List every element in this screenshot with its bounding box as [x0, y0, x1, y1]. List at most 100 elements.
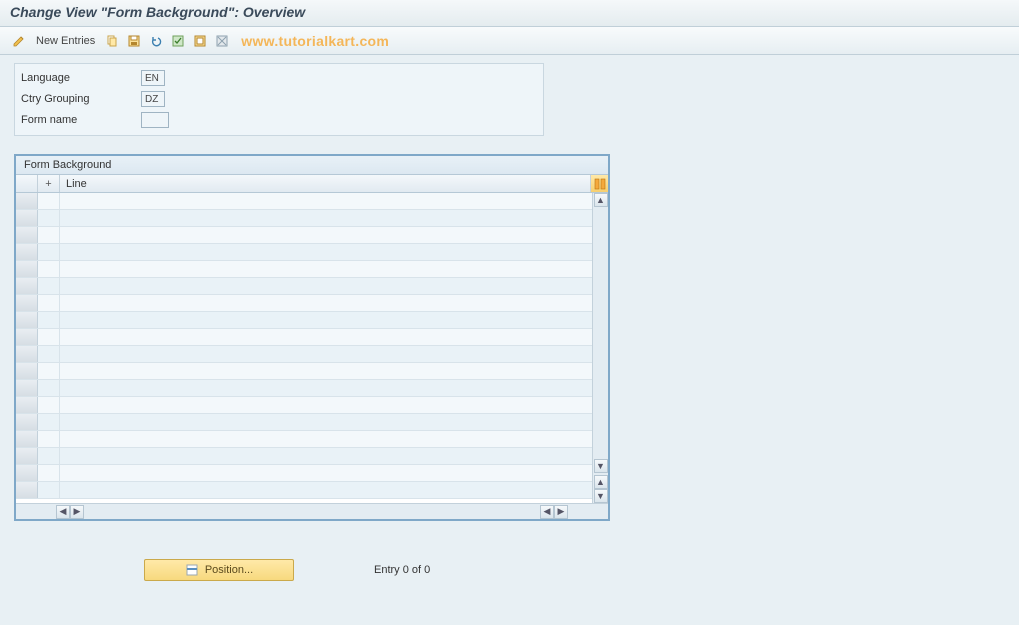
- row-selector[interactable]: [16, 414, 38, 430]
- save-icon[interactable]: [125, 32, 143, 50]
- scroll-down-button-2[interactable]: ▼: [594, 489, 608, 503]
- cell-plus[interactable]: [38, 295, 60, 311]
- row-selector[interactable]: [16, 227, 38, 243]
- column-header-line[interactable]: Line: [60, 175, 590, 192]
- table-row[interactable]: [16, 465, 592, 482]
- cell-line[interactable]: [60, 244, 592, 260]
- cell-plus[interactable]: [38, 414, 60, 430]
- scroll-up-button-2[interactable]: ▲: [594, 475, 608, 489]
- new-entries-button[interactable]: New Entries: [32, 35, 99, 47]
- table-row[interactable]: [16, 312, 592, 329]
- table-row[interactable]: [16, 397, 592, 414]
- cell-plus[interactable]: [38, 244, 60, 260]
- row-selector[interactable]: [16, 448, 38, 464]
- edit-icon[interactable]: [10, 32, 28, 50]
- select-all-icon[interactable]: [169, 32, 187, 50]
- vertical-scrollbar[interactable]: ▲ ▼ ▲ ▼: [592, 193, 608, 503]
- cell-plus[interactable]: [38, 363, 60, 379]
- table-row[interactable]: [16, 380, 592, 397]
- cell-line[interactable]: [60, 261, 592, 277]
- row-selector[interactable]: [16, 329, 38, 345]
- row-selector[interactable]: [16, 482, 38, 498]
- row-selector[interactable]: [16, 346, 38, 362]
- table-row[interactable]: [16, 482, 592, 499]
- cell-line[interactable]: [60, 363, 592, 379]
- scroll-right-button[interactable]: ▶: [70, 505, 84, 519]
- table-row[interactable]: [16, 363, 592, 380]
- select-block-icon[interactable]: [191, 32, 209, 50]
- cell-plus[interactable]: [38, 312, 60, 328]
- cell-line[interactable]: [60, 346, 592, 362]
- row-selector[interactable]: [16, 312, 38, 328]
- cell-line[interactable]: [60, 227, 592, 243]
- scroll-down-button[interactable]: ▼: [594, 459, 608, 473]
- cell-line[interactable]: [60, 448, 592, 464]
- table-row[interactable]: [16, 210, 592, 227]
- ctry-grouping-field[interactable]: DZ: [141, 91, 165, 107]
- row-selector[interactable]: [16, 295, 38, 311]
- scroll-up-button[interactable]: ▲: [594, 193, 608, 207]
- cell-plus[interactable]: [38, 227, 60, 243]
- table-row[interactable]: [16, 295, 592, 312]
- cell-plus[interactable]: [38, 346, 60, 362]
- cell-line[interactable]: [60, 431, 592, 447]
- column-header-selector[interactable]: [16, 175, 38, 192]
- language-field[interactable]: EN: [141, 70, 165, 86]
- table-row[interactable]: [16, 193, 592, 210]
- cell-line[interactable]: [60, 278, 592, 294]
- row-selector[interactable]: [16, 193, 38, 209]
- cell-line[interactable]: [60, 482, 592, 498]
- cell-line[interactable]: [60, 329, 592, 345]
- cell-plus[interactable]: [38, 261, 60, 277]
- cell-line[interactable]: [60, 414, 592, 430]
- cell-line[interactable]: [60, 193, 592, 209]
- table-row[interactable]: [16, 329, 592, 346]
- table-row[interactable]: [16, 431, 592, 448]
- scroll-left-button[interactable]: ◀: [56, 505, 70, 519]
- table-row[interactable]: [16, 227, 592, 244]
- cell-plus[interactable]: [38, 448, 60, 464]
- row-selector[interactable]: [16, 465, 38, 481]
- row-selector[interactable]: [16, 278, 38, 294]
- row-selector[interactable]: [16, 380, 38, 396]
- column-header-plus[interactable]: +: [38, 175, 60, 192]
- cell-line[interactable]: [60, 312, 592, 328]
- cell-line[interactable]: [60, 210, 592, 226]
- table-row[interactable]: [16, 278, 592, 295]
- table-configure-icon[interactable]: [590, 175, 608, 192]
- vertical-scroll-track[interactable]: [593, 207, 608, 459]
- cell-plus[interactable]: [38, 210, 60, 226]
- cell-plus[interactable]: [38, 193, 60, 209]
- cell-plus[interactable]: [38, 397, 60, 413]
- scroll-right-button-2[interactable]: ▶: [554, 505, 568, 519]
- cell-plus[interactable]: [38, 380, 60, 396]
- table-row[interactable]: [16, 346, 592, 363]
- table-row[interactable]: [16, 261, 592, 278]
- position-button[interactable]: Position...: [144, 559, 294, 581]
- horizontal-scrollbar[interactable]: ◀ ▶ ◀ ▶: [16, 503, 608, 519]
- table-row[interactable]: [16, 414, 592, 431]
- row-selector[interactable]: [16, 363, 38, 379]
- cell-line[interactable]: [60, 465, 592, 481]
- row-selector[interactable]: [16, 210, 38, 226]
- cell-plus[interactable]: [38, 431, 60, 447]
- cell-line[interactable]: [60, 295, 592, 311]
- row-selector[interactable]: [16, 244, 38, 260]
- cell-line[interactable]: [60, 397, 592, 413]
- cell-line[interactable]: [60, 380, 592, 396]
- scroll-left-button-2[interactable]: ◀: [540, 505, 554, 519]
- form-name-field[interactable]: [141, 112, 169, 128]
- horizontal-scroll-track[interactable]: [84, 506, 540, 518]
- row-selector[interactable]: [16, 261, 38, 277]
- deselect-all-icon[interactable]: [213, 32, 231, 50]
- table-row[interactable]: [16, 448, 592, 465]
- cell-plus[interactable]: [38, 329, 60, 345]
- row-selector[interactable]: [16, 397, 38, 413]
- row-selector[interactable]: [16, 431, 38, 447]
- cell-plus[interactable]: [38, 482, 60, 498]
- undo-icon[interactable]: [147, 32, 165, 50]
- cell-plus[interactable]: [38, 278, 60, 294]
- copy-icon[interactable]: [103, 32, 121, 50]
- cell-plus[interactable]: [38, 465, 60, 481]
- table-row[interactable]: [16, 244, 592, 261]
